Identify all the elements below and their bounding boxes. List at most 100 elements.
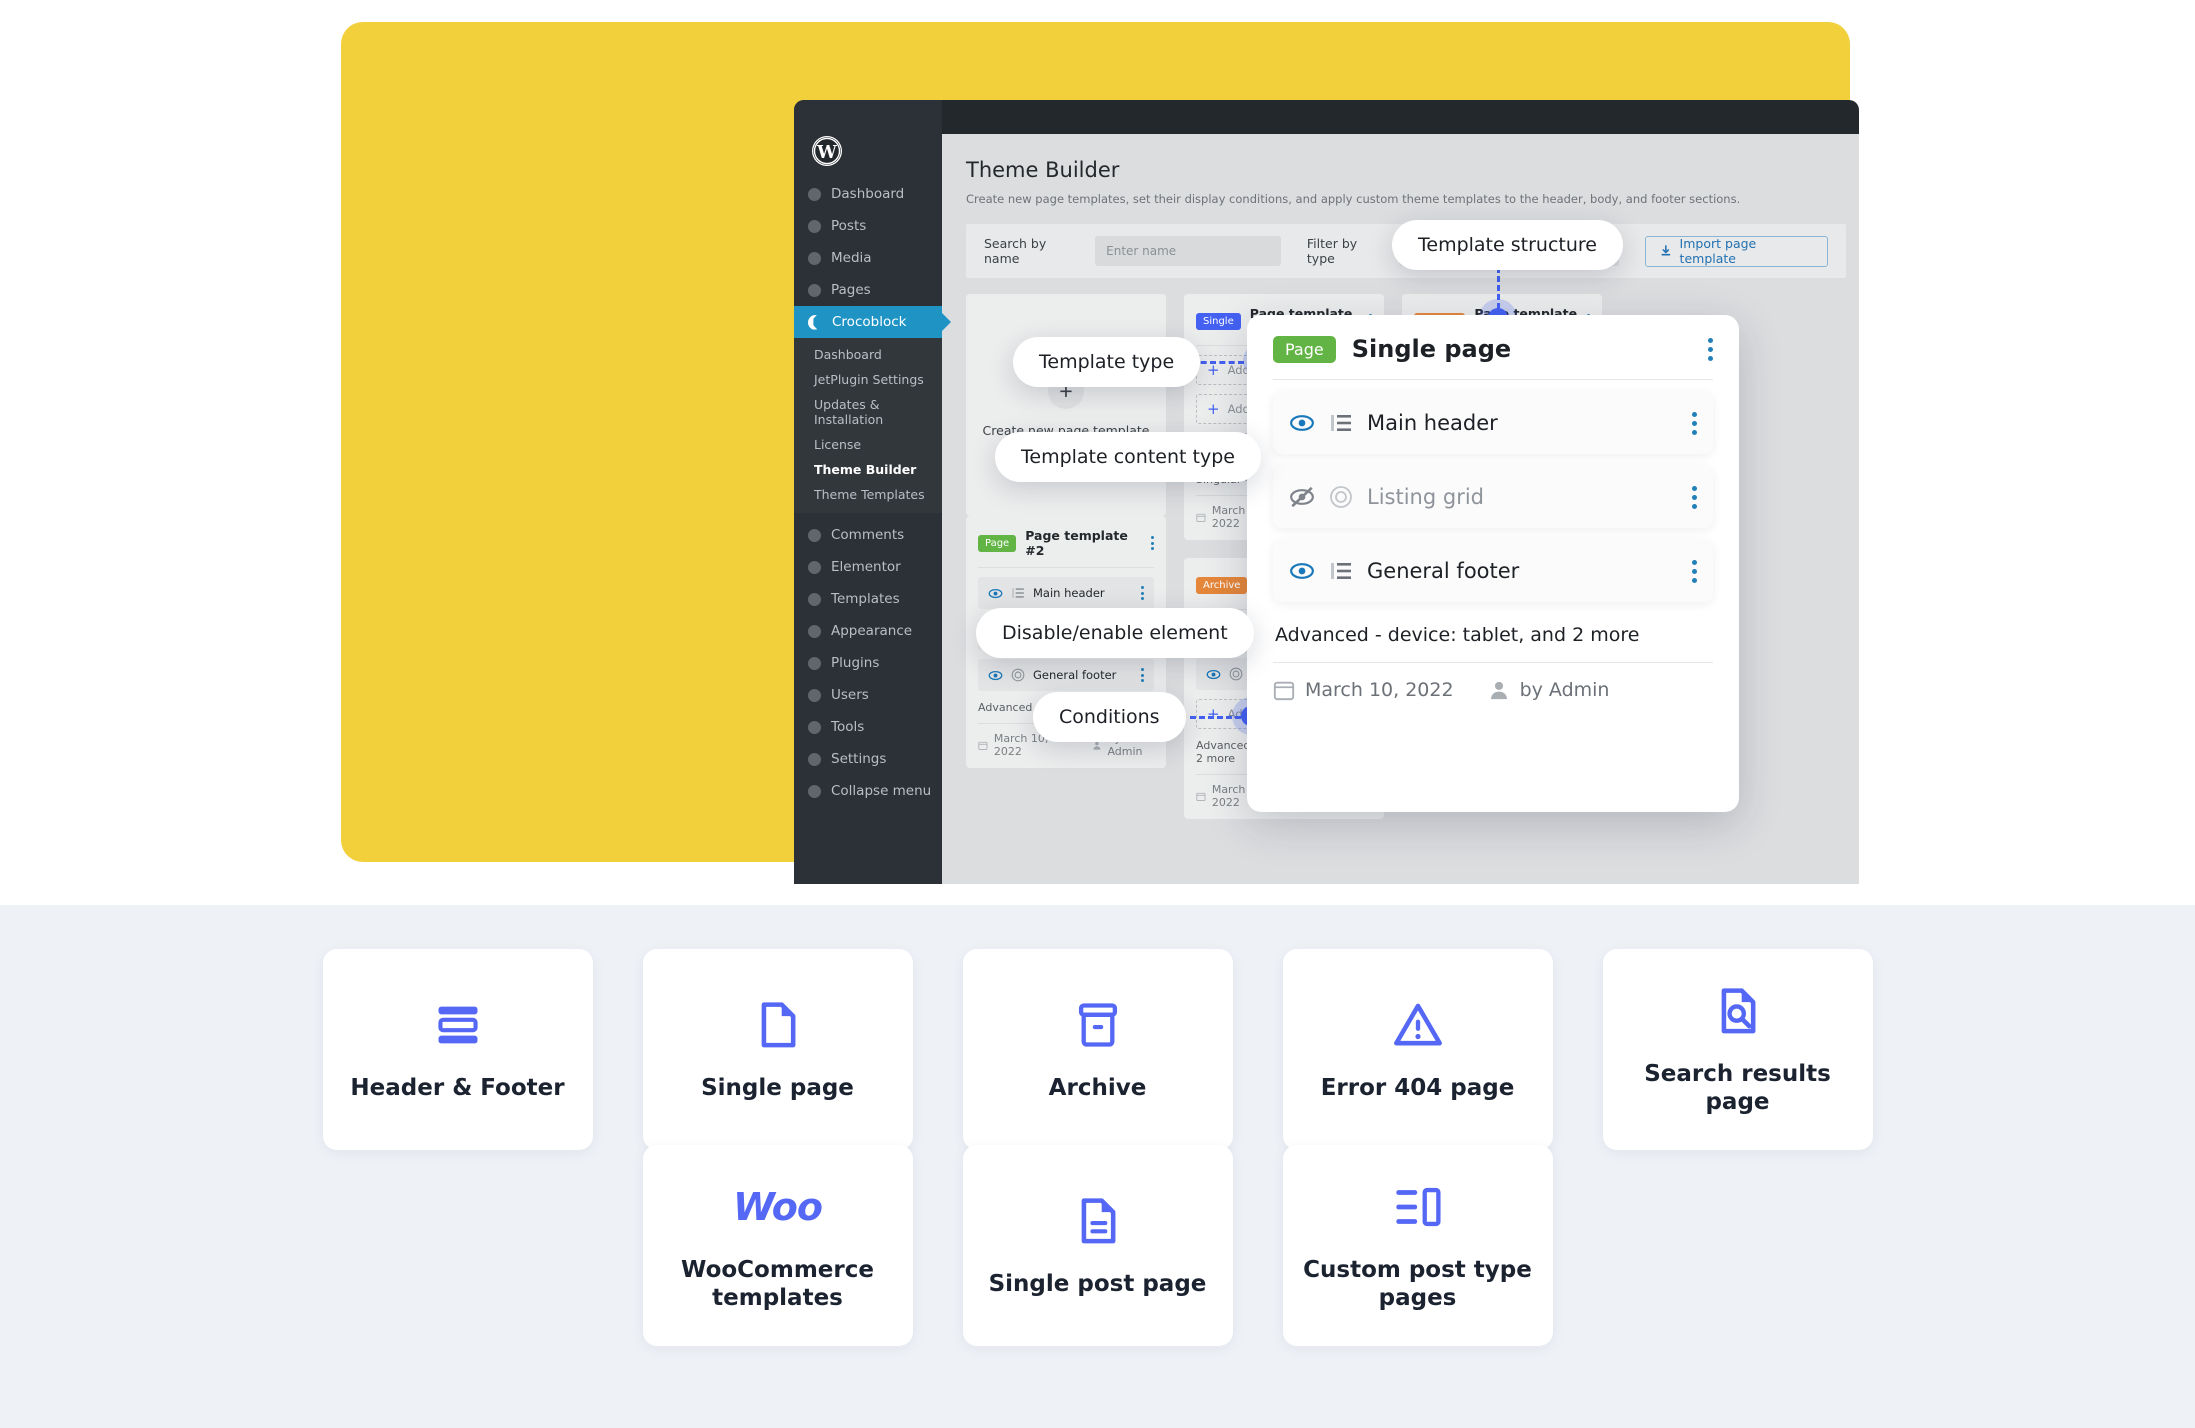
element-row[interactable]: General footer bbox=[978, 659, 1154, 691]
feature-label: Single post page bbox=[988, 1270, 1207, 1297]
document-search-icon bbox=[1712, 983, 1764, 1039]
document-icon bbox=[752, 997, 804, 1053]
submenu-item-theme-builder[interactable]: Theme Builder bbox=[794, 457, 942, 482]
popup-date: March 10, 2022 bbox=[1305, 679, 1454, 701]
target-icon bbox=[1330, 486, 1352, 508]
dot-icon bbox=[808, 251, 821, 265]
sidebar-item-comments[interactable]: Comments bbox=[794, 519, 942, 551]
popup-menu-button[interactable] bbox=[1708, 337, 1713, 361]
list-icon bbox=[1331, 563, 1351, 579]
sidebar-item-settings[interactable]: Settings bbox=[794, 743, 942, 775]
element-row[interactable]: Main header bbox=[978, 577, 1154, 609]
search-label: Search by name bbox=[984, 236, 1047, 266]
submenu-item-updates-installation[interactable]: Updates & Installation bbox=[794, 392, 942, 432]
feature-card-search-results[interactable]: Search results page bbox=[1602, 949, 1873, 1151]
feature-card-error-404[interactable]: Error 404 page bbox=[1282, 949, 1553, 1151]
eye-hidden-icon[interactable] bbox=[1289, 484, 1315, 510]
archive-box-icon bbox=[1072, 997, 1124, 1053]
page-subtitle: Create new page templates, set their dis… bbox=[966, 192, 1741, 206]
submenu-item-jetplugin-settings[interactable]: JetPlugin Settings bbox=[794, 367, 942, 392]
wp-admin-topbar bbox=[794, 100, 1859, 134]
element-label: Main header bbox=[1033, 586, 1105, 600]
svg-text:W: W bbox=[816, 143, 837, 163]
sidebar-item-label: Appearance bbox=[831, 623, 913, 639]
search-input[interactable]: Enter name bbox=[1095, 236, 1281, 266]
wp-admin-sidebar[interactable]: W Dashboard Posts Media Pages Crocoblock… bbox=[794, 100, 951, 884]
wp-menu-top[interactable]: Dashboard Posts Media Pages Crocoblock D… bbox=[794, 178, 951, 807]
popup-header: Page Single page bbox=[1273, 335, 1713, 379]
popup-element-row[interactable]: Main header bbox=[1273, 392, 1713, 454]
popup-element-row[interactable]: General footer bbox=[1273, 540, 1713, 602]
feature-label: Error 404 page bbox=[1320, 1074, 1515, 1101]
template-title: Page template #2 bbox=[1025, 528, 1128, 558]
target-icon bbox=[1011, 668, 1025, 682]
popup-element-label: General footer bbox=[1367, 559, 1520, 583]
dot-icon bbox=[808, 592, 821, 606]
list-block-icon bbox=[1392, 1179, 1444, 1235]
feature-label: WooCommerce templates bbox=[681, 1257, 874, 1311]
dot-icon bbox=[808, 560, 821, 574]
sidebar-item-label: Plugins bbox=[831, 655, 880, 671]
feature-card-single-post-page[interactable]: Single post page bbox=[962, 1145, 1233, 1347]
sidebar-item-pages[interactable]: Pages bbox=[794, 274, 942, 306]
sidebar-item-media[interactable]: Media bbox=[794, 242, 942, 274]
sidebar-item-plugins[interactable]: Plugins bbox=[794, 647, 942, 679]
target-icon bbox=[1229, 667, 1243, 681]
download-icon bbox=[1661, 245, 1671, 256]
dot-icon bbox=[808, 656, 821, 670]
sidebar-item-elementor[interactable]: Elementor bbox=[794, 551, 942, 583]
submenu-item-license[interactable]: License bbox=[794, 432, 942, 457]
wp-menu-bottom[interactable]: Comments Elementor Templates Appearance … bbox=[794, 513, 942, 807]
sidebar-item-appearance[interactable]: Appearance bbox=[794, 615, 942, 647]
sidebar-item-tools[interactable]: Tools bbox=[794, 711, 942, 743]
popup-element-label: Main header bbox=[1367, 411, 1498, 435]
element-menu-button[interactable] bbox=[1141, 586, 1144, 600]
eye-visible-icon[interactable] bbox=[988, 586, 1003, 601]
calendar-icon bbox=[978, 741, 988, 750]
import-page-template-button[interactable]: Import page template bbox=[1644, 235, 1828, 267]
sidebar-item-collapse-menu[interactable]: Collapse menu bbox=[794, 775, 942, 807]
filter-type-label: Filter by type bbox=[1306, 236, 1358, 266]
element-label: General footer bbox=[1033, 668, 1117, 682]
sidebar-item-label: Dashboard bbox=[831, 186, 905, 202]
feature-label: Header & Footer bbox=[350, 1074, 565, 1101]
feature-card-archive[interactable]: Archive bbox=[962, 949, 1233, 1151]
sidebar-item-label: Settings bbox=[831, 751, 887, 767]
popup-element-menu-button[interactable] bbox=[1692, 411, 1697, 435]
callout-disable-enable-element: Disable/enable element bbox=[976, 608, 1254, 658]
card-menu-button[interactable] bbox=[1151, 536, 1154, 550]
element-menu-button[interactable] bbox=[1141, 668, 1144, 682]
dot-icon bbox=[808, 752, 821, 766]
feature-card-header-footer[interactable]: Header & Footer bbox=[322, 949, 593, 1151]
submenu-item-theme-templates[interactable]: Theme Templates bbox=[794, 482, 942, 507]
sidebar-item-posts[interactable]: Posts bbox=[794, 210, 942, 242]
sidebar-item-label: Posts bbox=[831, 218, 867, 234]
eye-visible-icon[interactable] bbox=[988, 668, 1003, 683]
sidebar-item-label: Tools bbox=[831, 719, 865, 735]
create-new-page-template-card[interactable]: + Create new page template bbox=[966, 294, 1166, 516]
eye-visible-icon[interactable] bbox=[1289, 558, 1315, 584]
popup-element-menu-button[interactable] bbox=[1692, 559, 1697, 583]
template-structure-popup[interactable]: Page Single page Main header Listing gri… bbox=[1247, 315, 1739, 812]
feature-card-woocommerce[interactable]: Woo WooCommerce templates bbox=[642, 1145, 913, 1347]
sidebar-item-crocoblock[interactable]: Crocoblock bbox=[794, 306, 951, 338]
popup-element-row[interactable]: Listing grid bbox=[1273, 466, 1713, 528]
submenu-item-dashboard[interactable]: Dashboard bbox=[794, 342, 942, 367]
calendar-icon bbox=[1196, 792, 1206, 801]
status-badge: Page bbox=[1273, 335, 1336, 363]
sidebar-item-dashboard[interactable]: Dashboard bbox=[794, 178, 942, 210]
popup-element-menu-button[interactable] bbox=[1692, 485, 1697, 509]
eye-visible-icon[interactable] bbox=[1206, 667, 1221, 682]
feature-card-single-page[interactable]: Single page bbox=[642, 949, 913, 1151]
eye-visible-icon[interactable] bbox=[1289, 410, 1315, 436]
status-badge: Archive bbox=[1196, 576, 1248, 594]
feature-card-custom-post-type[interactable]: Custom post type pages bbox=[1282, 1145, 1553, 1347]
sidebar-item-templates[interactable]: Templates bbox=[794, 583, 942, 615]
sidebar-item-label: Templates bbox=[831, 591, 900, 607]
sidebar-item-users[interactable]: Users bbox=[794, 679, 942, 711]
callout-conditions: Conditions bbox=[1033, 692, 1186, 742]
crocoblock-submenu[interactable]: Dashboard JetPlugin Settings Updates & I… bbox=[794, 338, 942, 513]
sidebar-item-label: Elementor bbox=[831, 559, 901, 575]
status-badge: Single bbox=[1196, 312, 1241, 330]
dot-icon bbox=[808, 219, 821, 233]
